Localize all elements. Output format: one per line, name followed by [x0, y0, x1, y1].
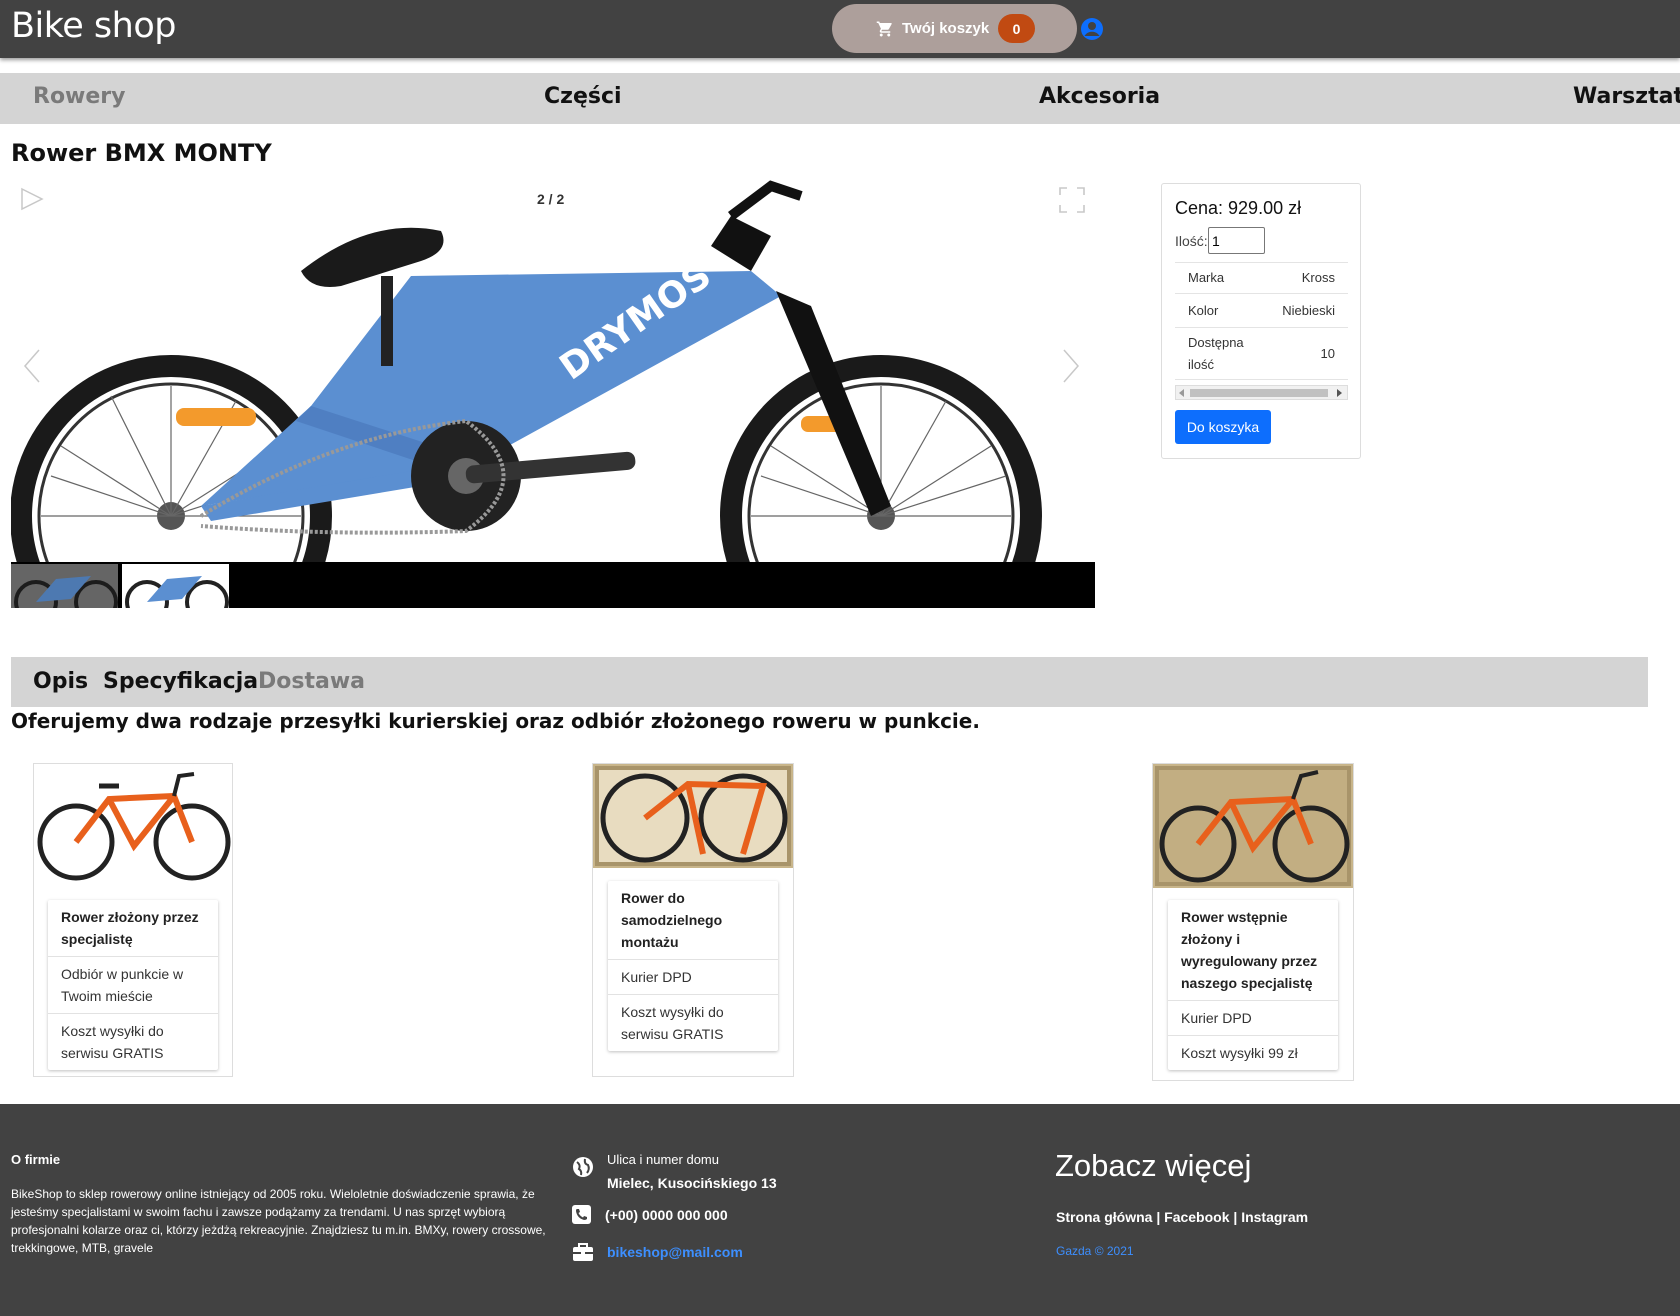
footer-more-title: Zobacz więcej: [1055, 1148, 1252, 1183]
tab-opis[interactable]: Opis: [33, 669, 88, 694]
footer-street-label: Ulica i numer domu: [607, 1152, 719, 1167]
delivery-option-title: Rower złożony przez specjalistę: [48, 900, 218, 957]
add-to-cart-button[interactable]: Do koszyka: [1175, 410, 1271, 444]
tab-dostawa[interactable]: Dostawa: [258, 669, 365, 694]
product-tabs: Opis Specyfikacja Dostawa: [11, 657, 1648, 707]
footer-links[interactable]: Strona główna | Facebook | Instagram: [1056, 1209, 1308, 1225]
fullscreen-icon[interactable]: [1058, 186, 1086, 214]
delivery-option-card: Rower wstępnie złożony i wyregulowany pr…: [1152, 763, 1354, 1081]
spec-value: Niebieski: [1282, 302, 1335, 318]
buy-box: Cena: 929.00 zł Ilość: Marka Kross Kolor…: [1161, 183, 1361, 459]
prev-arrow-icon[interactable]: [23, 348, 41, 384]
cart-count-badge: 0: [998, 14, 1035, 43]
delivery-option-image: [1153, 764, 1353, 888]
play-icon[interactable]: [19, 186, 45, 212]
spec-table: Marka Kross Kolor Niebieski Dostępna ilo…: [1175, 262, 1348, 380]
product-title: Rower BMX MONTY: [11, 139, 272, 167]
footer-about-title: O firmie: [11, 1152, 61, 1167]
phone-icon: [572, 1205, 591, 1224]
bmx-bike-image: DRYMOS: [11, 180, 1042, 562]
spec-row: Dostępna ilość 10: [1175, 328, 1348, 380]
delivery-option-title: Rower wstępnie złożony i wyregulowany pr…: [1168, 900, 1338, 1001]
delivery-heading: Oferujemy dwa rodzaje przesyłki kuriersk…: [11, 709, 980, 733]
delivery-option-line: Kurier DPD: [608, 960, 778, 995]
delivery-option-line: Koszt wysyłki do serwisu GRATIS: [621, 1004, 724, 1042]
next-arrow-icon[interactable]: [1062, 348, 1080, 384]
delivery-option-title: Rower do samodzielnego montażu: [608, 881, 778, 960]
spec-label: Dostępna ilość: [1188, 334, 1244, 372]
nav-item-czesci[interactable]: Części: [544, 84, 622, 109]
nav-item-akcesoria[interactable]: Akcesoria: [1039, 84, 1160, 109]
delivery-option-card: Rower do samodzielnego montażu Kurier DP…: [592, 763, 794, 1077]
quantity-input[interactable]: [1208, 227, 1265, 254]
main-nav: Rowery Części Akcesoria Warsztat: [0, 73, 1680, 124]
delivery-option-image: [593, 764, 793, 868]
delivery-option-line: Koszt wysyłki do serwisu GRATIS: [61, 1023, 164, 1061]
delivery-option-list: Rower złożony przez specjalistę Odbiór w…: [48, 900, 218, 1070]
delivery-option-line: Odbiór w punkcie w Twoim mieście: [48, 957, 218, 1014]
footer-phone[interactable]: (+00) 0000 000 000: [605, 1207, 728, 1223]
product-price: Cena: 929.00 zł: [1175, 198, 1302, 218]
nav-item-warsztat[interactable]: Warsztat: [1573, 84, 1680, 109]
cart-button[interactable]: Twój koszyk 0: [832, 4, 1077, 53]
nav-item-rowery[interactable]: Rowery: [33, 84, 126, 109]
delivery-option-card: Rower złożony przez specjalistę Odbiór w…: [33, 763, 233, 1077]
gallery-thumbnail[interactable]: [122, 564, 229, 608]
briefcase-icon: [573, 1243, 593, 1261]
footer-street: Mielec, Kusocińskiego 13: [607, 1175, 777, 1191]
delivery-option-line: Koszt wysyłki 99 zł: [1181, 1045, 1298, 1061]
scrollbar-thumb[interactable]: [1190, 389, 1328, 397]
spec-label: Kolor: [1188, 302, 1219, 318]
top-bar: Bike shop Twój koszyk 0: [0, 0, 1680, 58]
user-icon[interactable]: [1080, 17, 1104, 41]
cart-icon: [876, 21, 892, 36]
gallery-main-image: DRYMOS 2 / 2: [11, 176, 1095, 562]
delivery-option-line: Kurier DPD: [1168, 1001, 1338, 1036]
gallery-counter: 2 / 2: [537, 191, 565, 207]
spec-table-scrollbar[interactable]: [1175, 385, 1348, 400]
product-gallery: DRYMOS 2 / 2: [11, 176, 1095, 608]
spec-row: Marka Kross: [1175, 262, 1348, 294]
delivery-option-image: [34, 764, 232, 888]
cart-label: Twój koszyk: [902, 20, 990, 37]
footer-about-text: BikeShop to sklep rowerowy online istnie…: [11, 1187, 546, 1255]
scroll-left-icon[interactable]: [1179, 389, 1185, 397]
footer: O firmie BikeShop to sklep rowerowy onli…: [0, 1104, 1680, 1316]
spec-value: 10: [1320, 345, 1335, 361]
gallery-thumbnails: [11, 562, 1095, 608]
scroll-right-icon[interactable]: [1337, 389, 1343, 397]
footer-email-link[interactable]: bikeshop@mail.com: [607, 1244, 743, 1260]
delivery-option-list: Rower wstępnie złożony i wyregulowany pr…: [1168, 900, 1338, 1070]
globe-icon: [573, 1157, 593, 1177]
spec-value: Kross: [1301, 270, 1335, 285]
tab-specyfikacja[interactable]: Specyfikacja: [103, 669, 258, 694]
spec-label: Marka: [1188, 270, 1225, 285]
footer-copyright: Gazda © 2021: [1056, 1244, 1134, 1258]
gallery-thumbnail[interactable]: [11, 564, 118, 608]
brand-logo[interactable]: Bike shop: [11, 6, 176, 46]
delivery-option-list: Rower do samodzielnego montażu Kurier DP…: [608, 881, 778, 1051]
quantity-label: Ilość:: [1175, 233, 1208, 249]
spec-row: Kolor Niebieski: [1175, 294, 1348, 328]
